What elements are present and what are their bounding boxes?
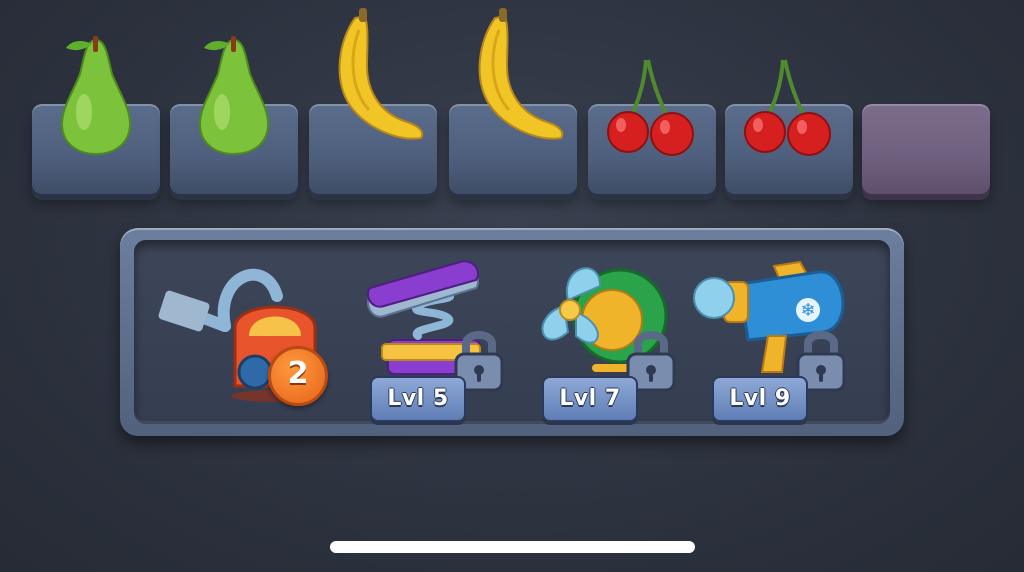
banana-icon[interactable] <box>309 0 437 150</box>
cherries-icon[interactable] <box>588 40 716 190</box>
svg-text:❄: ❄ <box>800 300 815 321</box>
banana-icon[interactable] <box>449 0 577 150</box>
booster-count-badge: 2 <box>268 346 328 406</box>
home-indicator[interactable] <box>330 541 695 553</box>
pear-icon[interactable] <box>170 22 298 172</box>
level-badge: Lvl 9 <box>712 376 808 422</box>
level-badge: Lvl 5 <box>370 376 466 422</box>
cherries-icon[interactable] <box>725 40 853 190</box>
pear-icon[interactable] <box>32 22 160 172</box>
fruit-tray <box>0 0 1024 210</box>
tray-slot-empty <box>862 104 990 194</box>
level-badge: Lvl 7 <box>542 376 638 422</box>
